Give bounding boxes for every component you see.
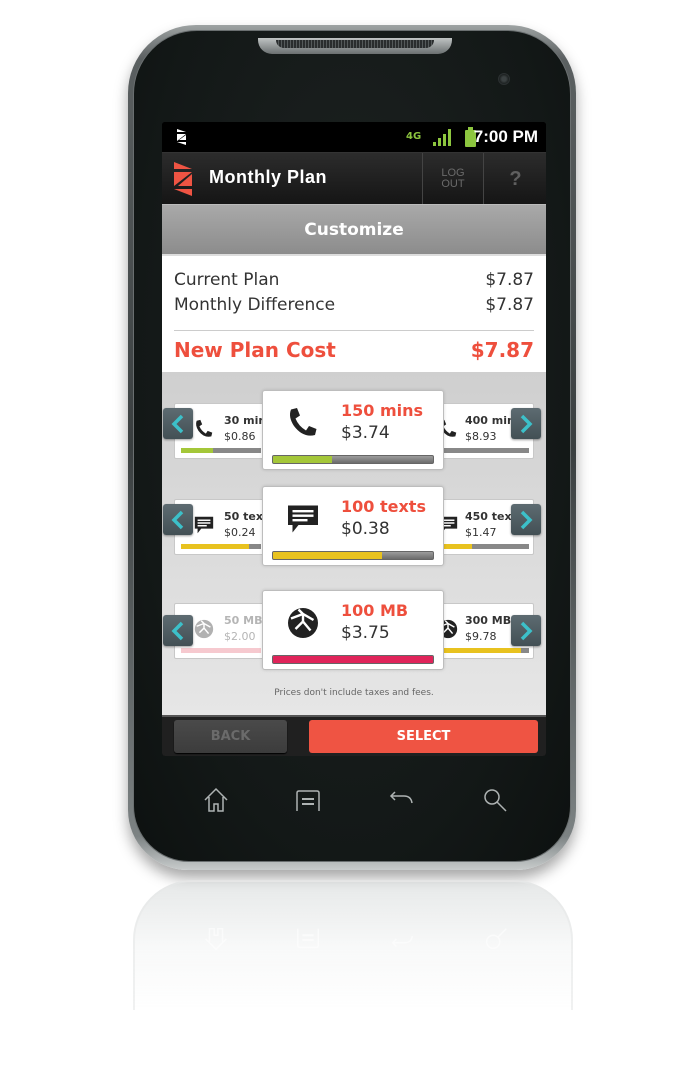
summary-label: Current Plan <box>174 270 280 290</box>
message-icon <box>288 505 318 533</box>
usage-bar <box>272 655 434 664</box>
previous-arrow-button[interactable] <box>163 504 193 535</box>
usage-bar-fill <box>181 544 249 549</box>
search-icon[interactable] <box>480 785 510 815</box>
chevron-left-icon <box>171 414 184 433</box>
option-label: 100 texts <box>341 497 426 516</box>
app-logo-icon <box>174 162 192 196</box>
next-arrow-button[interactable] <box>511 408 541 439</box>
next-arrow-button[interactable] <box>511 504 541 535</box>
option-price: $0.86 <box>224 430 256 443</box>
usage-bar <box>181 544 261 549</box>
usage-bar <box>181 648 261 653</box>
usage-bar-fill <box>273 456 333 463</box>
front-camera <box>498 73 510 85</box>
summary-row-new-plan-cost: New Plan Cost $7.87 <box>174 338 534 362</box>
option-price: $0.38 <box>341 519 390 539</box>
plan-selectors: 30 mins $0.86 400 mins $8.93 150 mins $3… <box>162 372 546 715</box>
usage-bar <box>272 551 434 560</box>
status-bar: 4G 7:00 PM <box>162 122 546 152</box>
page-title: Monthly Plan <box>209 167 327 187</box>
summary-label: Monthly Difference <box>174 295 336 315</box>
action-bar: BACK SELECT <box>162 715 546 756</box>
globe-icon <box>288 608 318 638</box>
summary-value: $7.87 <box>485 295 534 315</box>
home-icon-reflection <box>205 928 227 951</box>
total-value: $7.87 <box>470 338 534 362</box>
option-label: 100 MB <box>341 601 409 620</box>
usage-bar-fill <box>181 448 213 453</box>
section-header: Customize <box>162 204 546 254</box>
option-label: 300 MB <box>465 614 512 627</box>
option-label: 150 mins <box>341 401 424 420</box>
disclaimer-text: Prices don't include taxes and fees. <box>274 688 434 698</box>
chevron-left-icon <box>171 621 184 640</box>
menu-icon-reflection <box>297 928 319 949</box>
earpiece-speaker <box>258 38 452 54</box>
usage-bar-fill <box>181 648 261 653</box>
option-price: $3.75 <box>341 623 390 643</box>
phone-icon <box>290 408 317 436</box>
message-icon <box>194 516 214 534</box>
back-icon-reflection <box>391 936 413 947</box>
logout-button[interactable]: LOG OUT <box>422 153 484 205</box>
summary-value: $7.87 <box>485 270 534 290</box>
option-price: $3.74 <box>341 423 390 443</box>
option-price: $9.78 <box>465 630 497 643</box>
search-icon-reflection <box>485 928 507 950</box>
clock: 7:00 PM <box>473 127 538 146</box>
chevron-right-icon <box>520 510 533 529</box>
next-arrow-button[interactable] <box>511 615 541 646</box>
logout-label-line2: OUT <box>441 178 465 190</box>
option-card-selected[interactable]: 100 MB $3.75 <box>262 590 444 670</box>
option-card-selected[interactable]: 150 mins $3.74 <box>262 390 444 470</box>
option-price: $2.00 <box>224 630 256 643</box>
option-price: $8.93 <box>465 430 497 443</box>
usage-bar-fill <box>273 552 382 559</box>
help-icon: ? <box>509 167 522 190</box>
option-card-selected[interactable]: 100 texts $0.38 <box>262 486 444 566</box>
home-icon[interactable] <box>201 785 231 815</box>
phone-screen: 4G 7:00 PM Monthly Plan LOG OUT ? Custom… <box>162 122 546 756</box>
previous-arrow-button[interactable] <box>163 408 193 439</box>
menu-icon[interactable] <box>293 785 323 815</box>
summary-row-monthly-difference: Monthly Difference $7.87 <box>174 295 534 315</box>
phone-icon <box>196 419 213 437</box>
usage-bar <box>181 448 261 453</box>
total-label: New Plan Cost <box>174 338 336 362</box>
app-bar: Monthly Plan LOG OUT ? <box>162 152 546 205</box>
usage-bar <box>272 455 434 464</box>
back-icon[interactable] <box>386 785 416 815</box>
usage-bar-fill <box>273 656 433 663</box>
select-button[interactable]: SELECT <box>309 720 538 753</box>
previous-arrow-button[interactable] <box>163 615 193 646</box>
plan-summary: Current Plan $7.87 Monthly Difference $7… <box>162 254 546 372</box>
option-price: $0.24 <box>224 526 256 539</box>
option-price: $1.47 <box>465 526 497 539</box>
chevron-right-icon <box>520 621 533 640</box>
app-logo-icon <box>177 129 186 145</box>
chevron-left-icon <box>171 510 184 529</box>
signal-icon <box>433 129 451 146</box>
chevron-right-icon <box>520 414 533 433</box>
help-button[interactable]: ? <box>485 153 546 205</box>
summary-row-current-plan: Current Plan $7.87 <box>174 270 534 290</box>
option-label: 50 MB <box>224 614 263 627</box>
globe-icon <box>194 619 214 639</box>
network-type: 4G <box>406 131 422 142</box>
back-button[interactable]: BACK <box>174 720 287 753</box>
divider <box>174 330 534 331</box>
